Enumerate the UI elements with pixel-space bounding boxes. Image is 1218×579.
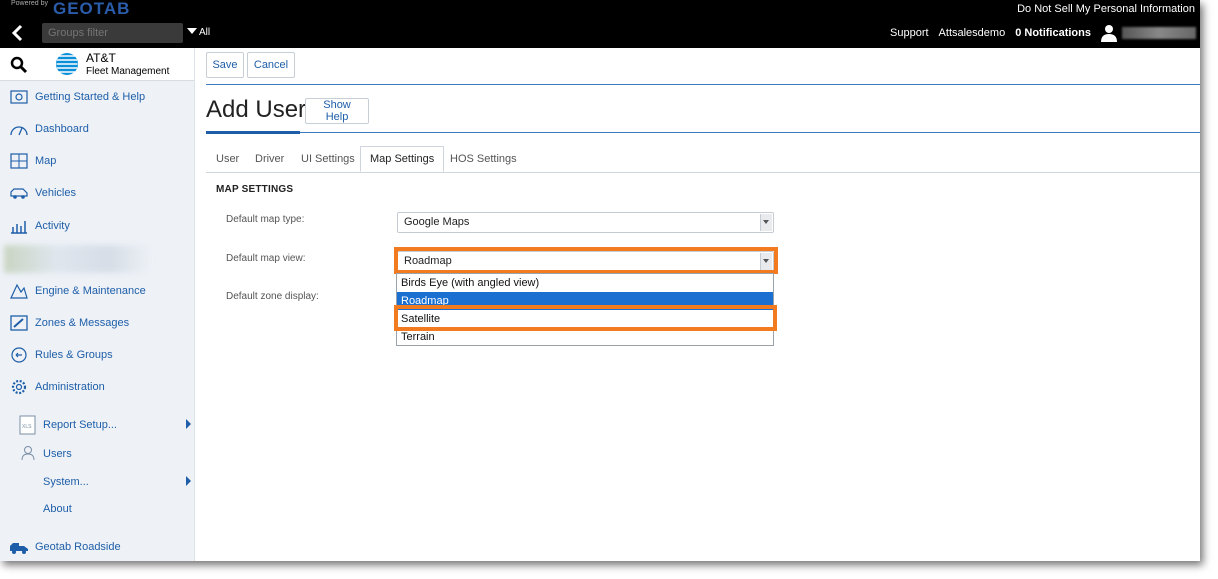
toolbar-divider <box>206 84 1200 85</box>
sidebar-item-getting-started[interactable]: Getting Started & Help <box>0 83 194 111</box>
brand-title: AT&T <box>86 51 116 65</box>
rules-icon <box>11 347 27 363</box>
sidebar-item-label: Vehicles <box>35 187 76 199</box>
sidebar-item-label: Getting Started & Help <box>35 91 146 103</box>
account-name[interactable]: Attsalesdemo <box>939 27 1006 39</box>
gear-icon <box>11 379 27 395</box>
user-avatar-icon[interactable] <box>1100 24 1118 42</box>
sidebar-item-label: Administration <box>35 381 105 393</box>
header-right: Support Attsalesdemo 0 Notifications <box>880 18 1200 48</box>
sidebar-item-system[interactable]: System... <box>43 476 89 488</box>
show-help-button[interactable]: Show Help <box>305 98 369 124</box>
zones-icon <box>10 315 28 331</box>
tab-user[interactable]: User <box>216 146 239 172</box>
sidebar: AT&T Fleet Management Getting Started & … <box>0 48 195 561</box>
notifications-link[interactable]: 0 Notifications <box>1015 27 1091 39</box>
report-setup-caret-icon[interactable] <box>186 419 191 429</box>
brand-name: AT&T Fleet Management <box>86 52 169 78</box>
sidebar-item-report-setup[interactable]: Report Setup... <box>43 419 117 431</box>
app-window: Powered by GEOTAB Do Not Sell My Persona… <box>0 0 1200 561</box>
brand-subtitle: Fleet Management <box>86 66 170 77</box>
save-button[interactable]: Save <box>206 52 244 78</box>
user-outline-icon <box>21 446 35 461</box>
blurred-nav-item <box>4 245 154 273</box>
cancel-button[interactable]: Cancel <box>247 52 295 78</box>
all-groups-dropdown[interactable]: All <box>187 27 210 38</box>
top-strip: Powered by GEOTAB Do Not Sell My Persona… <box>0 0 1200 18</box>
title-underline <box>206 131 300 134</box>
vehicle-icon <box>10 188 28 199</box>
sidebar-item-zones[interactable]: Zones & Messages <box>0 309 194 337</box>
gauge-icon <box>10 126 28 136</box>
activity-chart-icon <box>11 221 27 234</box>
do-not-sell-link[interactable]: Do Not Sell My Personal Information <box>1017 3 1195 15</box>
tab-hos-settings[interactable]: HOS Settings <box>450 146 517 172</box>
all-groups-label: All <box>199 27 211 38</box>
blurred-username <box>1122 27 1196 39</box>
sidebar-item-rules[interactable]: Rules & Groups <box>0 341 194 369</box>
chevron-down-icon[interactable] <box>760 214 772 231</box>
geotab-logo: GEOTAB <box>53 0 131 18</box>
sidebar-brand-row: AT&T Fleet Management <box>0 48 194 81</box>
tab-driver[interactable]: Driver <box>255 146 284 172</box>
page-title: Add User <box>206 96 307 123</box>
tab-ui-settings[interactable]: UI Settings <box>301 146 355 172</box>
att-globe-logo-icon <box>56 53 78 75</box>
map-icon <box>10 153 28 169</box>
sidebar-item-label: Engine & Maintenance <box>35 285 146 297</box>
zone-display-label: Default zone display: <box>226 291 319 302</box>
dropdown-triangle-icon <box>187 28 197 34</box>
title-divider <box>206 132 1200 133</box>
map-type-value: Google Maps <box>404 216 470 228</box>
section-title: MAP SETTINGS <box>216 184 294 195</box>
roadside-truck-icon <box>10 543 28 554</box>
support-link[interactable]: Support <box>890 27 929 39</box>
help-box-icon <box>10 90 28 104</box>
system-caret-icon[interactable] <box>186 476 191 486</box>
powered-by-text: Powered by <box>11 0 48 7</box>
map-type-select[interactable]: Google Maps <box>397 212 774 233</box>
sidebar-item-administration[interactable]: Administration <box>0 373 194 401</box>
option-birds-eye[interactable]: Birds Eye (with angled view) <box>397 274 773 292</box>
map-type-label: Default map type: <box>226 214 305 225</box>
sidebar-item-users[interactable]: Users <box>43 448 72 460</box>
main-content: Save Cancel Add User Show Help User Driv… <box>194 48 1200 561</box>
map-view-label: Default map view: <box>226 253 306 264</box>
sidebar-item-label: Activity <box>35 220 70 232</box>
search-icon[interactable] <box>10 56 28 74</box>
satellite-highlight <box>394 305 777 331</box>
sidebar-item-map[interactable]: Map <box>0 147 194 175</box>
map-view-highlight <box>394 247 778 274</box>
sidebar-item-label: Zones & Messages <box>35 317 130 329</box>
sidebar-item-vehicles[interactable]: Vehicles <box>0 179 194 207</box>
sidebar-item-roadside[interactable]: Geotab Roadside <box>0 533 194 561</box>
groups-filter-input[interactable] <box>42 23 183 43</box>
engine-icon <box>10 283 28 299</box>
sidebar-item-dashboard[interactable]: Dashboard <box>0 115 194 143</box>
sidebar-item-about[interactable]: About <box>43 503 72 515</box>
sidebar-item-label: Dashboard <box>35 123 89 135</box>
sidebar-item-label: Map <box>35 155 57 167</box>
sidebar-item-engine[interactable]: Engine & Maintenance <box>0 277 194 305</box>
sidebar-item-label: Rules & Groups <box>35 349 113 361</box>
sidebar-item-activity[interactable]: Activity <box>0 212 194 240</box>
tab-map-settings[interactable]: Map Settings <box>360 146 445 172</box>
sidebar-item-label: Geotab Roadside <box>35 541 121 553</box>
tabs-divider <box>206 172 1200 173</box>
svg-text:XLS: XLS <box>22 424 32 430</box>
back-arrow-icon[interactable] <box>8 23 28 43</box>
xls-file-icon: XLS <box>19 415 36 435</box>
header-bar: All Support Attsalesdemo 0 Notifications <box>0 18 1200 48</box>
